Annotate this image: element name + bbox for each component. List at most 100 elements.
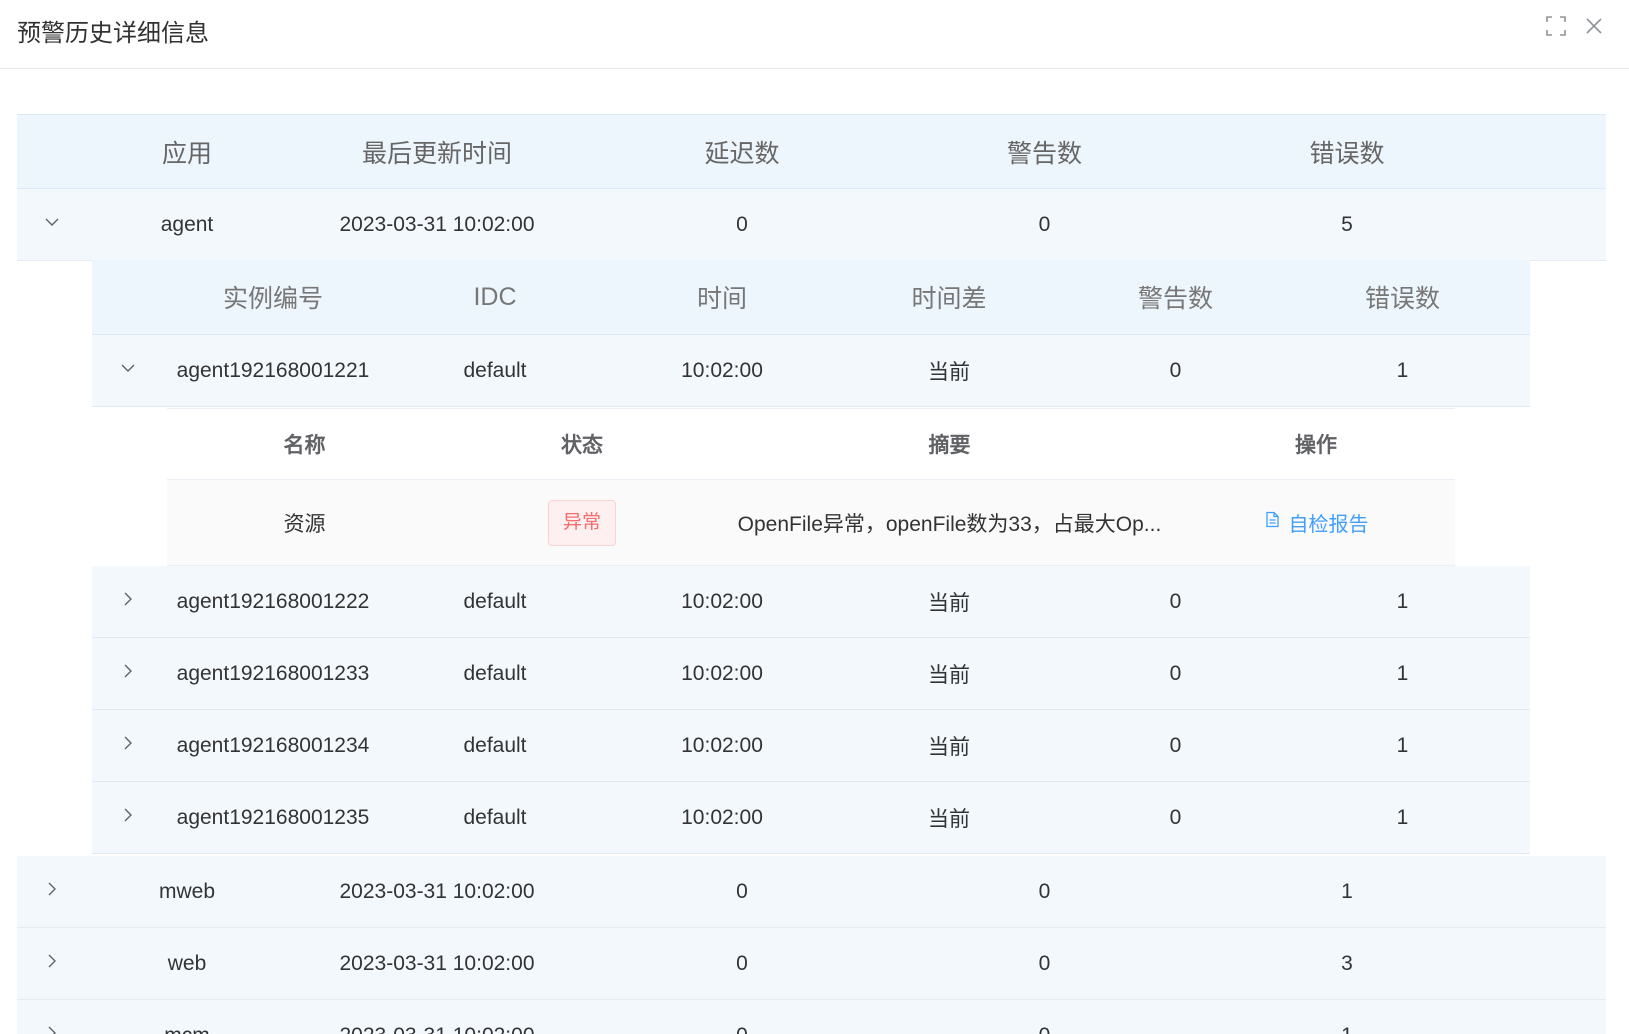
app-updated: 2023-03-31 10:02:00 [339,212,535,236]
row-expand-toggle[interactable] [17,1000,87,1034]
instance-warn: 0 [1169,805,1182,829]
app-name: agent [160,212,214,236]
instance-diff: 当前 [928,663,970,687]
dialog-title: 预警历史详细信息 [17,20,209,47]
instance-table-header: 实例编号 IDC 时间 时间差 警告数 错误数 [92,260,1530,335]
chevron-down-icon [120,360,136,381]
chevron-right-icon [44,1025,60,1034]
app-warn: 0 [1038,951,1051,975]
instance-row[interactable]: agent192168001233 default 10:02:00 当前 0 … [92,638,1530,710]
app-row-mweb[interactable]: mweb 2023-03-31 10:02:00 0 0 1 [17,856,1606,928]
app-error: 3 [1341,951,1353,975]
instance-idc: default [463,589,527,613]
app-warn: 0 [897,1024,1192,1034]
instance-time: 10:02:00 [681,589,763,613]
row-expand-toggle[interactable] [17,928,87,999]
app-error: 5 [1341,212,1353,236]
app-error: 1 [1192,1024,1502,1034]
instance-row[interactable]: agent192168001235 default 10:02:00 当前 0 … [92,782,1530,854]
detail-table-header: 名称 状态 摘要 操作 [167,408,1455,480]
instance-idc: default [463,733,527,757]
instance-diff: 当前 [928,591,970,615]
header-app: 应用 [161,139,212,168]
instance-diff: 当前 [928,360,970,384]
app-delay: 0 [736,212,748,236]
instance-warn: 0 [1169,661,1182,685]
app-table-header: 应用 最后更新时间 延迟数 警告数 错误数 [17,114,1606,189]
fullscreen-icon [1545,15,1567,42]
self-check-report-link[interactable]: 自检报告 [1264,508,1369,537]
instance-id: agent192168001234 [176,733,370,757]
instance-diff: 当前 [928,735,970,759]
app-name: mweb [158,879,216,903]
instance-error: 1 [1396,589,1409,613]
chevron-down-icon [44,214,60,235]
header-instance-id: 实例编号 [222,285,323,313]
row-expand-toggle[interactable] [92,566,164,637]
row-expand-toggle[interactable] [92,782,164,853]
chevron-right-icon [120,807,136,828]
header-summary: 摘要 [928,434,971,457]
status-badge: 异常 [547,499,616,546]
app-row-web[interactable]: web 2023-03-31 10:02:00 0 0 3 [17,928,1606,1000]
app-warn: 0 [1038,212,1051,236]
instance-row[interactable]: agent192168001222 default 10:02:00 当前 0 … [92,566,1530,638]
header-delay-count: 延迟数 [704,139,780,168]
chevron-right-icon [44,953,60,974]
dialog-header: 预警历史详细信息 [0,0,1629,69]
instance-time: 10:02:00 [681,805,763,829]
instance-idc: default [463,661,527,685]
app-updated: 2023-03-31 10:02:00 [339,951,535,975]
app-row-agent[interactable]: agent 2023-03-31 10:02:00 0 0 5 [17,189,1606,261]
instance-error: 1 [1396,358,1409,382]
app-updated: 2023-03-31 10:02:00 [287,1024,587,1034]
app-updated: 2023-03-31 10:02:00 [339,879,535,903]
chevron-right-icon [120,663,136,684]
instance-time: 10:02:00 [681,358,763,382]
app-delay: 0 [736,951,748,975]
row-expand-toggle[interactable] [92,710,164,781]
instance-row[interactable]: agent192168001234 default 10:02:00 当前 0 … [92,710,1530,782]
app-error: 1 [1341,879,1353,903]
close-icon [1583,15,1605,42]
instance-idc: default [463,805,527,829]
header-time-diff: 时间差 [911,285,987,313]
close-button[interactable] [1582,16,1606,40]
fullscreen-button[interactable] [1544,15,1568,42]
instance-row[interactable]: agent192168001221 default 10:02:00 当前 0 … [92,335,1530,407]
header-error-count: 错误数 [1309,139,1385,168]
row-expand-toggle[interactable] [17,856,87,927]
instance-error: 1 [1396,805,1409,829]
app-delay: 0 [587,1024,897,1034]
header-inst-error: 错误数 [1364,285,1440,313]
instance-error: 1 [1396,733,1409,757]
instance-id: agent192168001233 [176,661,370,685]
instance-time: 10:02:00 [681,661,763,685]
header-inst-warning: 警告数 [1137,285,1213,313]
row-expand-toggle[interactable] [92,335,164,406]
instance-error: 1 [1396,661,1409,685]
instance-diff: 当前 [928,807,970,831]
header-name: 名称 [283,434,326,457]
header-idc: IDC [473,282,517,311]
detail-summary: OpenFile异常，openFile数为33，占最大Op... [737,512,1162,536]
row-expand-toggle[interactable] [92,638,164,709]
detail-row: 资源 异常 OpenFile异常，openFile数为33，占最大Op... 自… [167,480,1455,566]
instance-id: agent192168001235 [176,805,370,829]
instance-warn: 0 [1169,733,1182,757]
document-icon [1264,511,1281,534]
app-delay: 0 [736,879,748,903]
detail-name: 资源 [283,512,326,536]
row-expand-toggle[interactable] [17,189,87,260]
header-action: 操作 [1295,434,1337,457]
instance-id: agent192168001222 [176,589,370,613]
instance-warn: 0 [1169,589,1182,613]
app-warn: 0 [1038,879,1051,903]
chevron-right-icon [120,735,136,756]
chevron-right-icon [44,881,60,902]
instance-warn: 0 [1169,358,1182,382]
app-row-mcm[interactable]: mcm 2023-03-31 10:02:00 0 0 1 [17,1000,1606,1034]
header-status: 状态 [561,434,603,457]
instance-time: 10:02:00 [681,733,763,757]
chevron-right-icon [120,591,136,612]
